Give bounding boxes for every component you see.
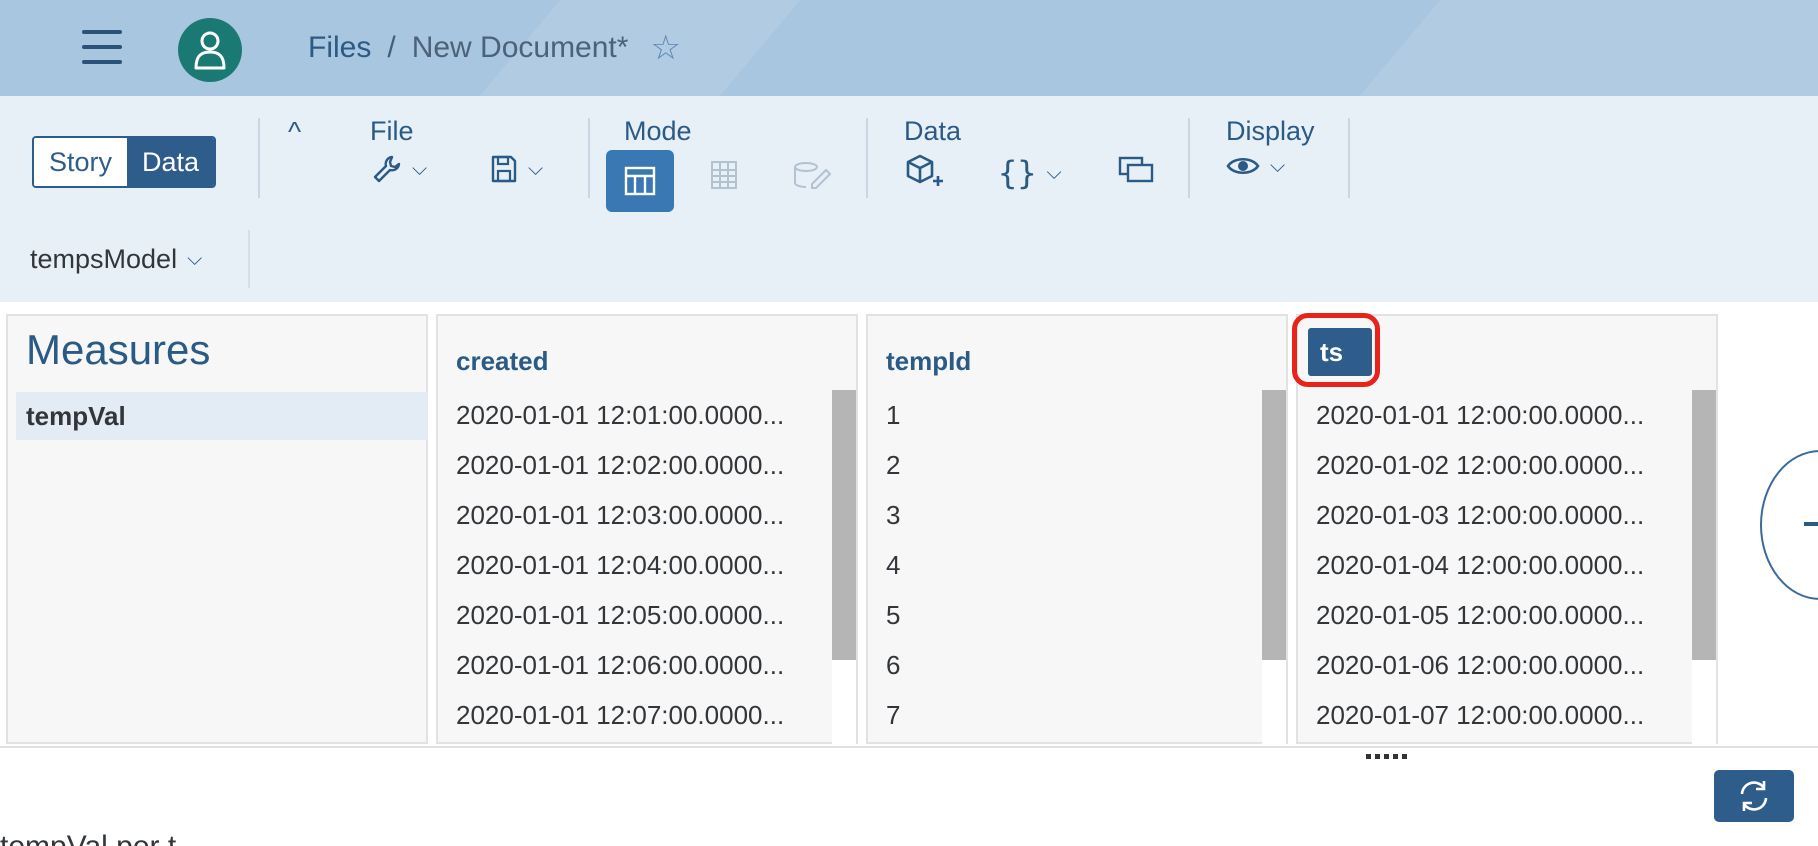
wrench-icon — [373, 155, 401, 183]
refresh-button[interactable] — [1714, 770, 1794, 822]
list-item[interactable]: 2020-01-01 12:02:00.0000... — [456, 440, 784, 490]
measures-panel: Measures tempVal — [6, 314, 428, 744]
chevron-down-icon: ⌵ — [528, 157, 544, 180]
scrollbar-thumb[interactable] — [1692, 390, 1716, 660]
story-button[interactable]: Story — [34, 138, 128, 186]
list-item[interactable]: 2020-01-01 12:06:00.0000... — [456, 640, 784, 690]
chevron-down-icon: ⌵ — [1270, 154, 1286, 177]
scrollbar[interactable] — [1692, 390, 1716, 744]
edit-mode-button[interactable] — [792, 160, 832, 190]
list-item[interactable]: 2 — [886, 440, 900, 490]
list-item[interactable]: 2020-01-06 12:00:00.0000... — [1316, 640, 1644, 690]
refresh-icon — [1740, 781, 1768, 811]
save-icon — [491, 155, 517, 183]
window-icon — [1118, 156, 1154, 183]
save-menu-button[interactable]: ⌵ — [490, 154, 543, 184]
data-view: Measures tempVal created 2020-01-01 12:0… — [0, 302, 1818, 846]
chevron-down-icon: ⌵ — [412, 157, 428, 180]
menu-icon[interactable] — [82, 30, 122, 64]
list-item[interactable]: 7 — [886, 690, 900, 740]
star-icon[interactable]: ☆ — [650, 28, 680, 68]
display-menu-button[interactable]: ⌵ — [1226, 154, 1285, 178]
breadcrumb-separator: / — [387, 31, 396, 64]
toolbar-divider — [866, 118, 868, 198]
toolbar-divider — [1188, 118, 1190, 198]
list-item[interactable]: 2020-01-01 12:04:00.0000... — [456, 540, 784, 590]
column-header-tempid[interactable]: tempId — [886, 346, 971, 377]
column-values: 2020-01-01 12:01:00.0000... 2020-01-01 1… — [456, 390, 784, 740]
list-item[interactable]: 1 — [886, 390, 900, 440]
model-selector[interactable]: tempsModel ⌵ — [30, 244, 202, 275]
formula-menu-button[interactable]: {} ⌵ — [998, 154, 1062, 192]
column-values: 2020-01-01 12:00:00.0000... 2020-01-02 1… — [1316, 390, 1644, 740]
table-mode-button[interactable] — [710, 160, 738, 190]
document-title: New Document* — [411, 31, 629, 64]
list-item[interactable]: 2020-01-01 12:03:00.0000... — [456, 490, 784, 540]
shell-bar: Files / New Document* ☆ — [0, 0, 1818, 96]
column-values: 1 2 3 4 5 6 7 — [886, 390, 900, 740]
mode-group-label: Mode — [624, 116, 692, 146]
avatar[interactable] — [178, 18, 242, 82]
list-item[interactable]: 2020-01-04 12:00:00.0000... — [1316, 540, 1644, 590]
add-cube-icon — [906, 154, 943, 186]
overlay-window-button[interactable] — [1118, 154, 1154, 184]
story-data-toggle: Story Data — [32, 136, 217, 188]
list-item[interactable]: 2020-01-02 12:00:00.0000... — [1316, 440, 1644, 490]
list-item[interactable]: 6 — [886, 640, 900, 690]
list-item[interactable]: 2020-01-01 12:05:00.0000... — [456, 590, 784, 640]
chevron-down-icon: ⌵ — [1046, 161, 1062, 184]
list-item[interactable]: 3 — [886, 490, 900, 540]
model-divider — [248, 230, 250, 288]
column-header-created[interactable]: created — [456, 346, 549, 377]
tools-menu-button[interactable]: ⌵ — [372, 154, 427, 184]
scrollbar[interactable] — [1262, 390, 1286, 744]
measure-item[interactable]: tempVal — [16, 392, 428, 440]
scrollbar-thumb[interactable] — [1262, 390, 1286, 660]
column-panel-created: created 2020-01-01 12:01:00.0000... 2020… — [436, 314, 858, 744]
scrollbar[interactable] — [832, 390, 856, 744]
toolbar-divider — [588, 118, 590, 198]
breadcrumb: Files / New Document* ☆ — [308, 28, 681, 68]
list-item[interactable]: 5 — [886, 590, 900, 640]
toolbar-divider — [258, 118, 260, 198]
measures-title: Measures — [26, 326, 211, 373]
data-group-label: Data — [904, 116, 962, 146]
add-data-button[interactable] — [904, 154, 946, 188]
minus-icon — [1804, 522, 1818, 526]
list-item[interactable]: 2020-01-03 12:00:00.0000... — [1316, 490, 1644, 540]
grid-view-mode-button[interactable] — [606, 150, 674, 212]
resize-handle[interactable] — [1366, 754, 1407, 759]
chart-title-partial: tempVal per t — [0, 830, 176, 846]
model-name: tempsModel — [30, 244, 178, 274]
chevron-down-icon: ⌵ — [187, 248, 203, 270]
grid-icon — [711, 161, 737, 189]
ts-highlight-marker — [1292, 313, 1380, 387]
panel-divider — [0, 746, 1818, 748]
list-item[interactable]: 2020-01-07 12:00:00.0000... — [1316, 690, 1644, 740]
braces-icon: {} — [998, 154, 1037, 192]
list-item[interactable]: 2020-01-01 12:07:00.0000... — [456, 690, 784, 740]
user-icon — [194, 31, 226, 70]
table-layout-icon — [624, 166, 656, 196]
toolbar-divider — [1348, 118, 1350, 198]
edit-icon — [794, 162, 832, 189]
data-button[interactable]: Data — [127, 138, 215, 186]
scrollbar-thumb[interactable] — [832, 390, 856, 660]
file-group-label: File — [370, 116, 414, 146]
display-group-label: Display — [1226, 116, 1315, 146]
list-item[interactable]: 2020-01-05 12:00:00.0000... — [1316, 590, 1644, 640]
eye-icon — [1226, 157, 1260, 175]
toolbar: Story Data ^ File ⌵ ⌵ Mode Data {} ⌵ Dis… — [0, 96, 1818, 302]
shell-decoration — [1359, 0, 1818, 96]
collapse-circle-button[interactable] — [1760, 450, 1818, 600]
collapse-toolbar-icon[interactable]: ^ — [288, 116, 301, 148]
list-item[interactable]: 2020-01-01 12:01:00.0000... — [456, 390, 784, 440]
list-item[interactable]: 2020-01-01 12:00:00.0000... — [1316, 390, 1644, 440]
breadcrumb-files-link[interactable]: Files — [308, 31, 371, 65]
column-panel-tempid: tempId 1 2 3 4 5 6 7 — [866, 314, 1288, 744]
list-item[interactable]: 4 — [886, 540, 900, 590]
